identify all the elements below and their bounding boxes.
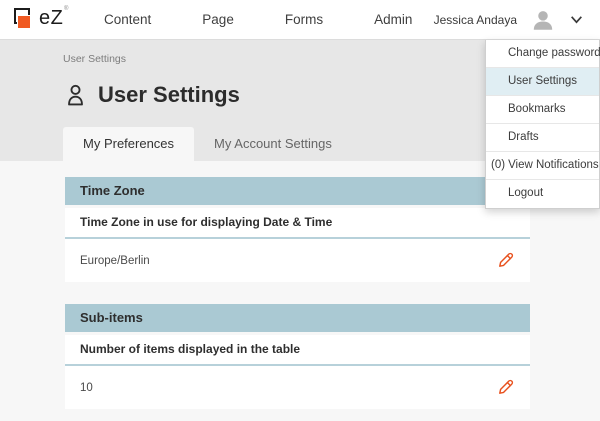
- chevron-down-icon[interactable]: [569, 12, 584, 27]
- tab-my-account-settings[interactable]: My Account Settings: [194, 127, 352, 161]
- main-nav: Content Page Forms Admin: [104, 12, 412, 27]
- nav-item-page[interactable]: Page: [202, 12, 234, 27]
- timezone-section: Time Zone Time Zone in use for displayin…: [65, 177, 530, 282]
- page-title: User Settings: [98, 82, 240, 108]
- timezone-value: Europe/Berlin: [80, 255, 150, 267]
- notification-count: (0): [491, 159, 505, 171]
- section-title-subitems: Sub-items: [65, 304, 530, 332]
- section-title-timezone: Time Zone: [65, 177, 530, 205]
- setting-value-row: 10: [65, 366, 530, 409]
- menu-item-drafts[interactable]: Drafts: [486, 124, 599, 152]
- edit-timezone-button[interactable]: [496, 251, 516, 271]
- setting-label: Number of items displayed in the table: [65, 335, 530, 366]
- logo-text: eZ: [39, 7, 63, 30]
- user-icon: [63, 83, 88, 108]
- tab-my-preferences[interactable]: My Preferences: [63, 127, 194, 161]
- logo-trademark: ®: [64, 6, 68, 12]
- subitems-section: Sub-items Number of items displayed in t…: [65, 304, 530, 409]
- subitems-value: 10: [80, 382, 93, 394]
- logo-orange-square-icon: [18, 16, 30, 28]
- menu-item-user-settings[interactable]: User Settings: [486, 68, 599, 96]
- top-navbar: eZ ® Content Page Forms Admin Jessica An…: [0, 0, 600, 40]
- pencil-icon: [497, 378, 515, 396]
- user-name[interactable]: Jessica Andaya: [434, 13, 517, 27]
- setting-value-row: Europe/Berlin: [65, 239, 530, 282]
- nav-item-content[interactable]: Content: [104, 12, 151, 27]
- nav-item-forms[interactable]: Forms: [285, 12, 323, 27]
- menu-item-label: View Notifications: [508, 159, 599, 171]
- edit-subitems-button[interactable]: [496, 378, 516, 398]
- menu-item-logout[interactable]: Logout: [486, 180, 599, 208]
- nav-item-admin[interactable]: Admin: [374, 12, 412, 27]
- menu-item-bookmarks[interactable]: Bookmarks: [486, 96, 599, 124]
- menu-item-change-password[interactable]: Change password: [486, 40, 599, 68]
- menu-item-view-notifications[interactable]: (0)View Notifications: [486, 152, 599, 180]
- ez-logo[interactable]: eZ ®: [14, 6, 70, 34]
- user-dropdown-menu: Change password User Settings Bookmarks …: [485, 40, 600, 209]
- user-area: Jessica Andaya: [434, 7, 586, 33]
- setting-label: Time Zone in use for displaying Date & T…: [65, 208, 530, 239]
- pencil-icon: [497, 251, 515, 269]
- avatar[interactable]: [530, 7, 556, 33]
